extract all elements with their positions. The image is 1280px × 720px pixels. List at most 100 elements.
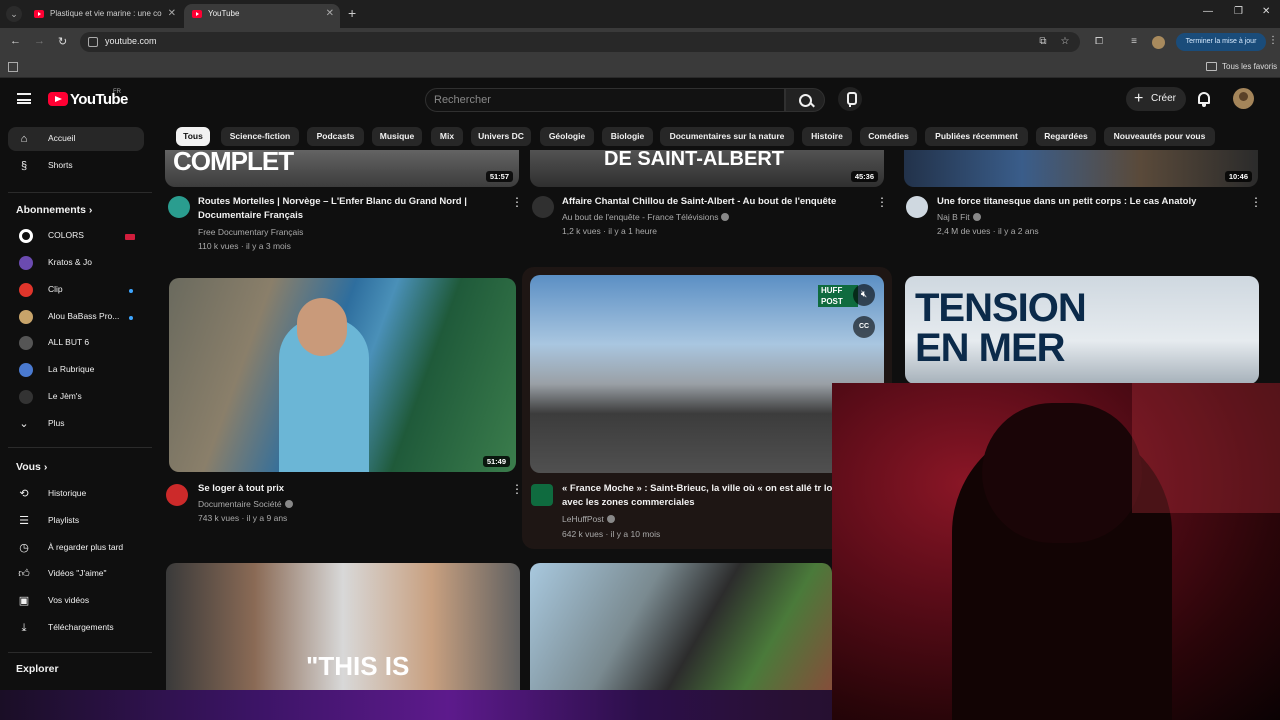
- sidebar-sub-allbut6[interactable]: ALL BUT 6: [8, 331, 144, 355]
- create-button[interactable]: + Créer: [1126, 87, 1186, 111]
- you-heading[interactable]: Vous ›: [16, 461, 47, 473]
- menu-icon[interactable]: [17, 93, 31, 104]
- search-input[interactable]: [434, 89, 774, 111]
- more-actions-icon[interactable]: [876, 195, 888, 211]
- apps-grid-icon[interactable]: [8, 62, 18, 72]
- youtube-logo-icon[interactable]: [48, 92, 68, 106]
- browser-menu-icon[interactable]: ⋮: [1268, 35, 1278, 46]
- channel-avatar[interactable]: [166, 484, 188, 506]
- sidebar-item-shorts[interactable]: § Shorts: [8, 154, 144, 178]
- new-content-dot: [129, 316, 133, 320]
- channel-name[interactable]: LeHuffPost: [562, 514, 615, 524]
- video-title[interactable]: Affaire Chantal Chillou de Saint-Albert …: [562, 195, 862, 211]
- install-app-icon[interactable]: ⧉: [1037, 36, 1049, 48]
- address-bar[interactable]: youtube.com: [80, 32, 1080, 52]
- chip-tous[interactable]: Tous: [176, 127, 210, 146]
- youtube-header: YouTube FR + Créer: [0, 78, 1280, 122]
- profile-avatar[interactable]: [1152, 36, 1165, 49]
- thumbnail-text: "THIS IS: [306, 651, 410, 681]
- sidebar-item-playlists[interactable]: ☰ Playlists: [8, 509, 144, 533]
- chip-biologie[interactable]: Biologie: [602, 127, 653, 146]
- channel-name[interactable]: Au bout de l'enquête - France Télévision…: [562, 212, 730, 222]
- maximize-icon[interactable]: ❐: [1234, 6, 1243, 17]
- microphone-icon[interactable]: [838, 87, 862, 111]
- channel-name[interactable]: Naj B Fit: [937, 212, 981, 222]
- sidebar-sub-clip[interactable]: Clip: [8, 278, 144, 302]
- search-box: [425, 88, 785, 112]
- video-thumbnail[interactable]: 51:49: [169, 278, 516, 472]
- chip-geologie[interactable]: Géologie: [540, 127, 594, 146]
- home-icon: ⌂: [20, 133, 28, 145]
- subscriptions-heading[interactable]: Abonnements ›: [16, 204, 92, 216]
- captions-icon[interactable]: CC: [853, 316, 875, 338]
- video-thumbnail[interactable]: DE SAINT-ALBERT 45:36: [530, 150, 884, 187]
- sidebar-item-label: Shorts: [48, 160, 73, 170]
- chip-regardees[interactable]: Regardées: [1036, 127, 1096, 146]
- video-title[interactable]: Une force titanesque dans un petit corps…: [937, 195, 1237, 211]
- browser-tab[interactable]: Plastique et vie marine : une co ✕: [26, 4, 182, 28]
- chip-comedies[interactable]: Comédies: [860, 127, 917, 146]
- all-bookmarks-link[interactable]: Tous les favoris: [1222, 62, 1277, 71]
- channel-avatar[interactable]: [168, 196, 190, 218]
- divider: [8, 652, 152, 653]
- reload-icon[interactable]: ↻: [58, 35, 67, 48]
- minimize-icon[interactable]: —: [1203, 6, 1213, 17]
- channel-name[interactable]: Free Documentary Français: [198, 227, 303, 237]
- reading-list-icon[interactable]: ≡: [1128, 36, 1140, 48]
- more-actions-icon[interactable]: [1250, 195, 1262, 211]
- site-info-icon[interactable]: [88, 37, 98, 47]
- video-thumbnail[interactable]: HUFF POST 🔇︎ CC: [530, 275, 884, 473]
- back-icon[interactable]: ←: [10, 35, 21, 47]
- tab-search-icon[interactable]: ⌄: [6, 6, 22, 22]
- chip-documentaires-nature[interactable]: Documentaires sur la nature: [660, 127, 794, 146]
- video-title[interactable]: Se loger à tout prix: [198, 482, 498, 498]
- sidebar-sub-alou[interactable]: Alou BaBass Pro...: [8, 305, 144, 329]
- search-button[interactable]: [785, 88, 825, 112]
- new-tab-icon[interactable]: +: [348, 5, 356, 21]
- chip-mix[interactable]: Mix: [431, 127, 463, 146]
- extensions-icon[interactable]: ⧠: [1093, 36, 1105, 48]
- video-thumbnail[interactable]: 10:46: [904, 150, 1258, 187]
- video-thumbnail[interactable]: TENSION EN MER: [905, 276, 1259, 384]
- sidebar-item-historique[interactable]: ⟲ Historique: [8, 482, 144, 506]
- video-thumbnail[interactable]: COMPLET 51:57: [165, 150, 519, 187]
- forward-icon[interactable]: →: [34, 35, 45, 47]
- chip-univers-dc[interactable]: Univers DC: [471, 127, 531, 146]
- chip-nouveautes[interactable]: Nouveautés pour vous: [1104, 127, 1215, 146]
- video-thumbnail[interactable]: [530, 563, 832, 690]
- chip-publiees-recemment[interactable]: Publiées récemment: [925, 127, 1028, 146]
- sidebar-sub-kratos[interactable]: Kratos & Jo: [8, 251, 144, 275]
- update-button[interactable]: Terminer la mise à jour: [1176, 33, 1266, 51]
- video-title[interactable]: « France Moche » : Saint-Brieuc, la vill…: [562, 482, 852, 512]
- sidebar-item-label: Alou BaBass Pro...: [48, 311, 120, 321]
- sidebar-item-watch-later[interactable]: ◷ À regarder plus tard: [8, 536, 144, 560]
- close-tab-icon[interactable]: ✕: [326, 4, 334, 24]
- sidebar-item-accueil[interactable]: ⌂ Accueil: [8, 127, 144, 151]
- channel-avatar[interactable]: [532, 196, 554, 218]
- chip-podcasts[interactable]: Podcasts: [307, 127, 364, 146]
- more-actions-icon[interactable]: [511, 482, 523, 498]
- video-title[interactable]: Routes Mortelles | Norvège – L'Enfer Bla…: [198, 195, 498, 225]
- chip-histoire[interactable]: Histoire: [802, 127, 852, 146]
- user-avatar[interactable]: [1233, 88, 1254, 109]
- notifications-bell-icon[interactable]: [1198, 92, 1210, 107]
- mute-icon[interactable]: 🔇︎: [853, 284, 875, 306]
- channel-avatar[interactable]: [531, 484, 553, 506]
- more-actions-icon[interactable]: [511, 195, 523, 211]
- sidebar-item-downloads[interactable]: ⤓ Téléchargements: [8, 616, 144, 640]
- bookmark-star-icon[interactable]: ☆: [1059, 36, 1071, 48]
- sidebar-item-your-videos[interactable]: ▣ Vos vidéos: [8, 589, 144, 613]
- sidebar-sub-colors[interactable]: COLORS: [8, 224, 144, 248]
- channel-avatar[interactable]: [906, 196, 928, 218]
- chip-musique[interactable]: Musique: [372, 127, 422, 146]
- sidebar-item-plus[interactable]: ⌄ Plus: [8, 412, 144, 436]
- sidebar-sub-larubrique[interactable]: La Rubrique: [8, 358, 144, 382]
- browser-tab-active[interactable]: YouTube ✕: [184, 4, 340, 28]
- video-thumbnail[interactable]: "THIS IS: [166, 563, 520, 690]
- sidebar-sub-lejems[interactable]: Le Jèm's: [8, 385, 144, 409]
- channel-name[interactable]: Documentaire Société: [198, 499, 293, 509]
- close-window-icon[interactable]: ✕: [1262, 6, 1270, 17]
- close-tab-icon[interactable]: ✕: [168, 4, 176, 24]
- chip-science-fiction[interactable]: Science-fiction: [221, 127, 299, 146]
- sidebar-item-liked[interactable]: 👍︎ Vidéos "J'aime": [8, 562, 144, 586]
